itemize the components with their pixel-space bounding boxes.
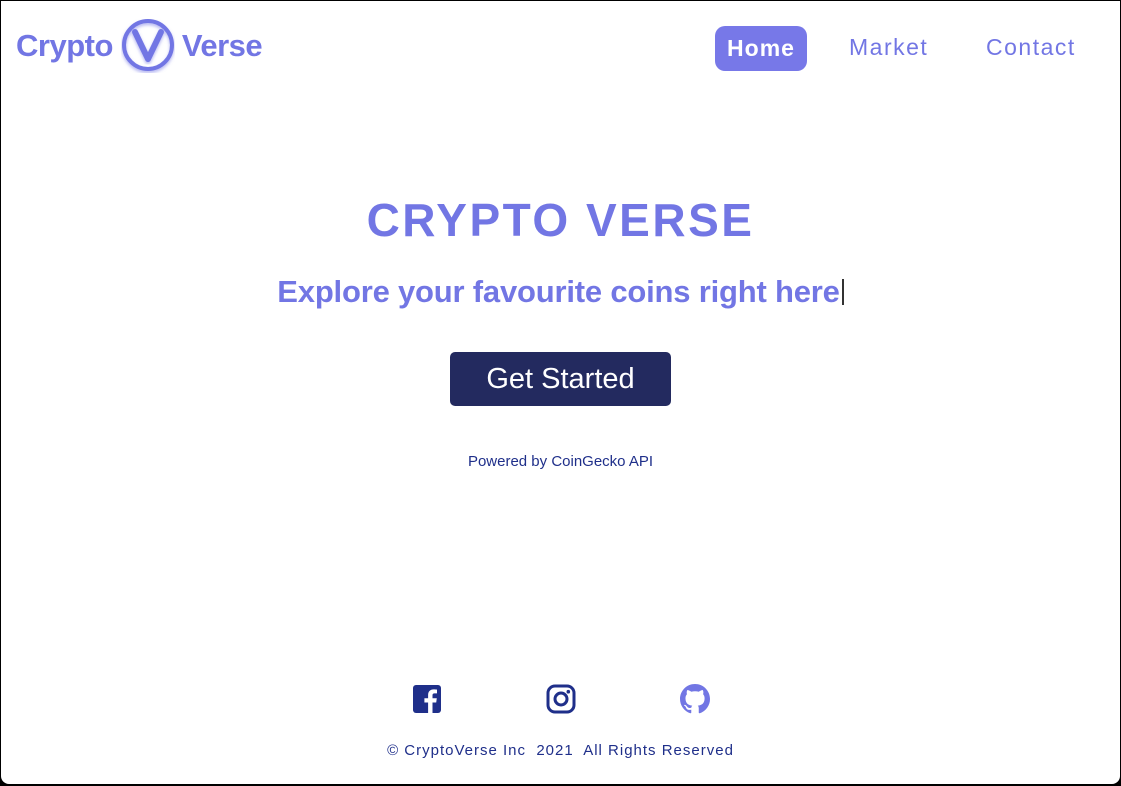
- get-started-button[interactable]: Get Started: [450, 352, 671, 406]
- logo-text-crypto: Crypto: [16, 28, 113, 63]
- nav-home-link[interactable]: Home: [715, 26, 807, 71]
- facebook-icon[interactable]: [412, 684, 442, 714]
- github-icon[interactable]: [680, 684, 710, 714]
- copyright-text: © CryptoVerse Inc 2021 All Rights Reserv…: [387, 742, 734, 759]
- powered-by-text: Powered by CoinGecko API: [467, 453, 654, 470]
- landing-page: Crypto Verse Home Market Contact CRYPTO …: [1, 1, 1120, 784]
- v-circle-logo-icon: [121, 19, 175, 73]
- nav-contact-link[interactable]: Contact: [986, 34, 1076, 61]
- hero-subtitle: Explore your favourite coins right here: [1, 274, 1120, 310]
- logo-text-verse: Verse: [181, 28, 263, 63]
- instagram-icon[interactable]: [546, 684, 576, 714]
- hero-title: CRYPTO VERSE: [366, 194, 755, 246]
- nav-market-link[interactable]: Market: [849, 34, 928, 61]
- typing-cursor: [841, 279, 844, 305]
- hero-subtitle-text: Explore your favourite coins right here: [277, 274, 840, 309]
- site-logo[interactable]: Crypto Verse: [16, 18, 263, 74]
